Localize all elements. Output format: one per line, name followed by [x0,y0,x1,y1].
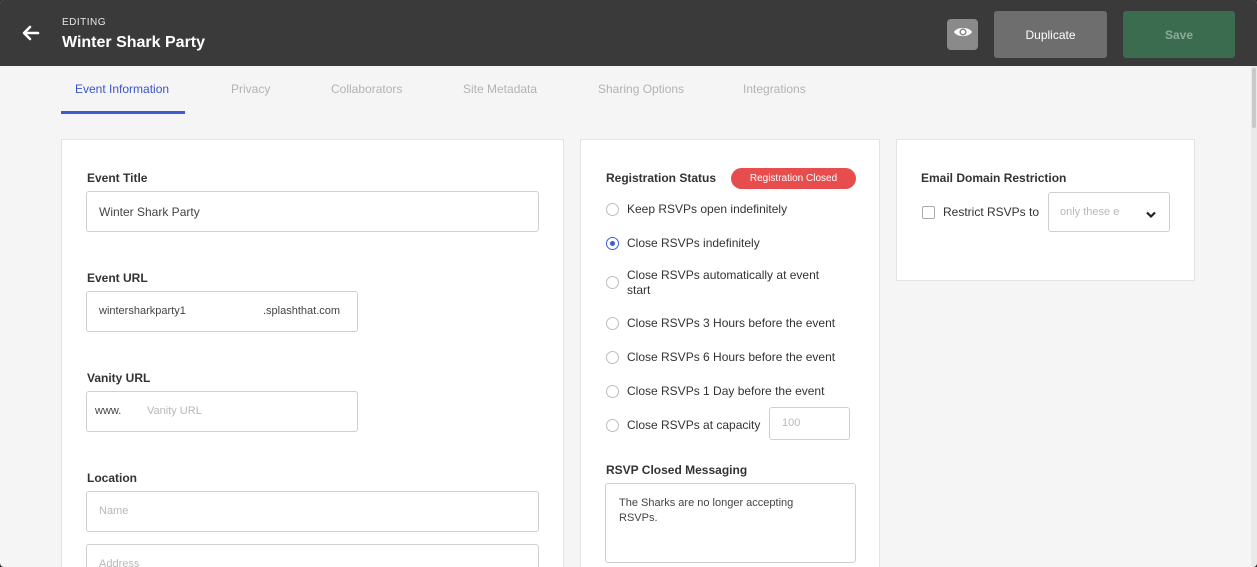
tab-integrations[interactable]: Integrations [743,82,806,96]
tab-collaborators[interactable]: Collaborators [331,82,402,96]
closed-messaging-label: RSVP Closed Messaging [606,463,748,477]
event-title-value: Winter Shark Party [99,205,200,219]
back-arrow-icon[interactable] [20,22,42,44]
closed-message-textarea[interactable]: The Sharks are no longer accepting RSVPs… [605,483,856,563]
tab-site-metadata[interactable]: Site Metadata [463,82,537,96]
page-title: Winter Shark Party [62,34,206,51]
restrict-rsvps-checkbox[interactable] [922,206,935,219]
scrollbar-track[interactable] [1251,66,1257,567]
location-label: Location [87,471,137,485]
scrollbar-thumb[interactable] [1252,68,1256,128]
registration-panel: Registration Status Registration Closed … [580,139,880,567]
email-restriction-title: Email Domain Restriction [921,171,1067,185]
location-address-input[interactable]: Address [86,544,539,567]
vanity-url-prefix: www. [95,405,122,417]
preview-button[interactable] [947,19,978,50]
tab-event-information[interactable]: Event Information [75,82,169,96]
location-address-placeholder: Address [99,558,140,567]
event-title-label: Event Title [87,171,148,185]
tab-sharing-options[interactable]: Sharing Options [598,82,684,96]
event-title-input[interactable]: Winter Shark Party [86,191,539,232]
email-restriction-panel: Email Domain Restriction Restrict RSVPs … [896,139,1195,281]
radio-button[interactable] [606,385,619,398]
eye-icon [953,25,973,44]
location-name-placeholder: Name [99,505,129,517]
tab-privacy[interactable]: Privacy [231,82,270,96]
tab-bar: Event Information Privacy Collaborators … [0,66,1257,115]
capacity-input[interactable]: 100 [769,407,850,440]
save-button[interactable]: Save [1123,11,1235,58]
event-url-label: Event URL [87,271,148,285]
domain-select-value: only these e [1060,206,1120,218]
vanity-url-input[interactable]: www. Vanity URL [86,391,358,432]
event-url-value: wintersharkparty1 [99,305,186,317]
restrict-rsvps-label: Restrict RSVPs to [943,205,1040,219]
radio-button[interactable] [606,276,619,289]
capacity-placeholder: 100 [782,417,801,429]
radio-button-selected[interactable] [606,237,619,250]
event-information-panel: Event Title Winter Shark Party Event URL… [61,139,564,567]
event-url-suffix: .splashthat.com [263,305,341,317]
top-bar: EDITING Winter Shark Party Duplicate Sav… [0,0,1257,66]
app-window: EDITING Winter Shark Party Duplicate Sav… [0,0,1257,567]
chevron-down-icon [1146,208,1156,222]
radio-button[interactable] [606,419,619,432]
radio-button[interactable] [606,351,619,364]
duplicate-button[interactable]: Duplicate [994,11,1107,58]
vanity-url-label: Vanity URL [87,371,151,385]
active-tab-indicator [61,111,185,114]
radio-button[interactable] [606,203,619,216]
domain-select[interactable]: only these e [1048,192,1170,232]
status-badge: Registration Closed [731,168,856,189]
vanity-url-placeholder: Vanity URL [147,405,202,417]
location-name-input[interactable]: Name [86,491,539,532]
registration-status-label: Registration Status [606,171,717,185]
event-url-input[interactable]: wintersharkparty1 .splashthat.com [86,291,358,332]
radio-button[interactable] [606,317,619,330]
editing-label: EDITING [62,17,107,28]
